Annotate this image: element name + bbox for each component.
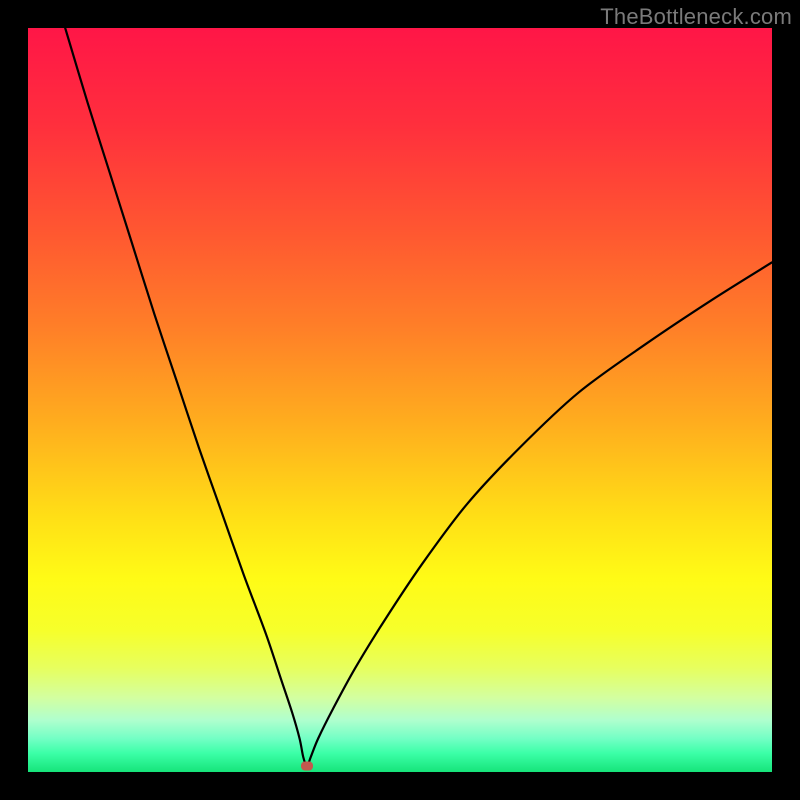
minimum-marker	[301, 762, 313, 771]
plot-area	[28, 28, 772, 772]
bottleneck-curve	[65, 28, 772, 766]
watermark-text: TheBottleneck.com	[600, 4, 792, 30]
chart-frame: TheBottleneck.com	[0, 0, 800, 800]
curve-layer	[28, 28, 772, 772]
